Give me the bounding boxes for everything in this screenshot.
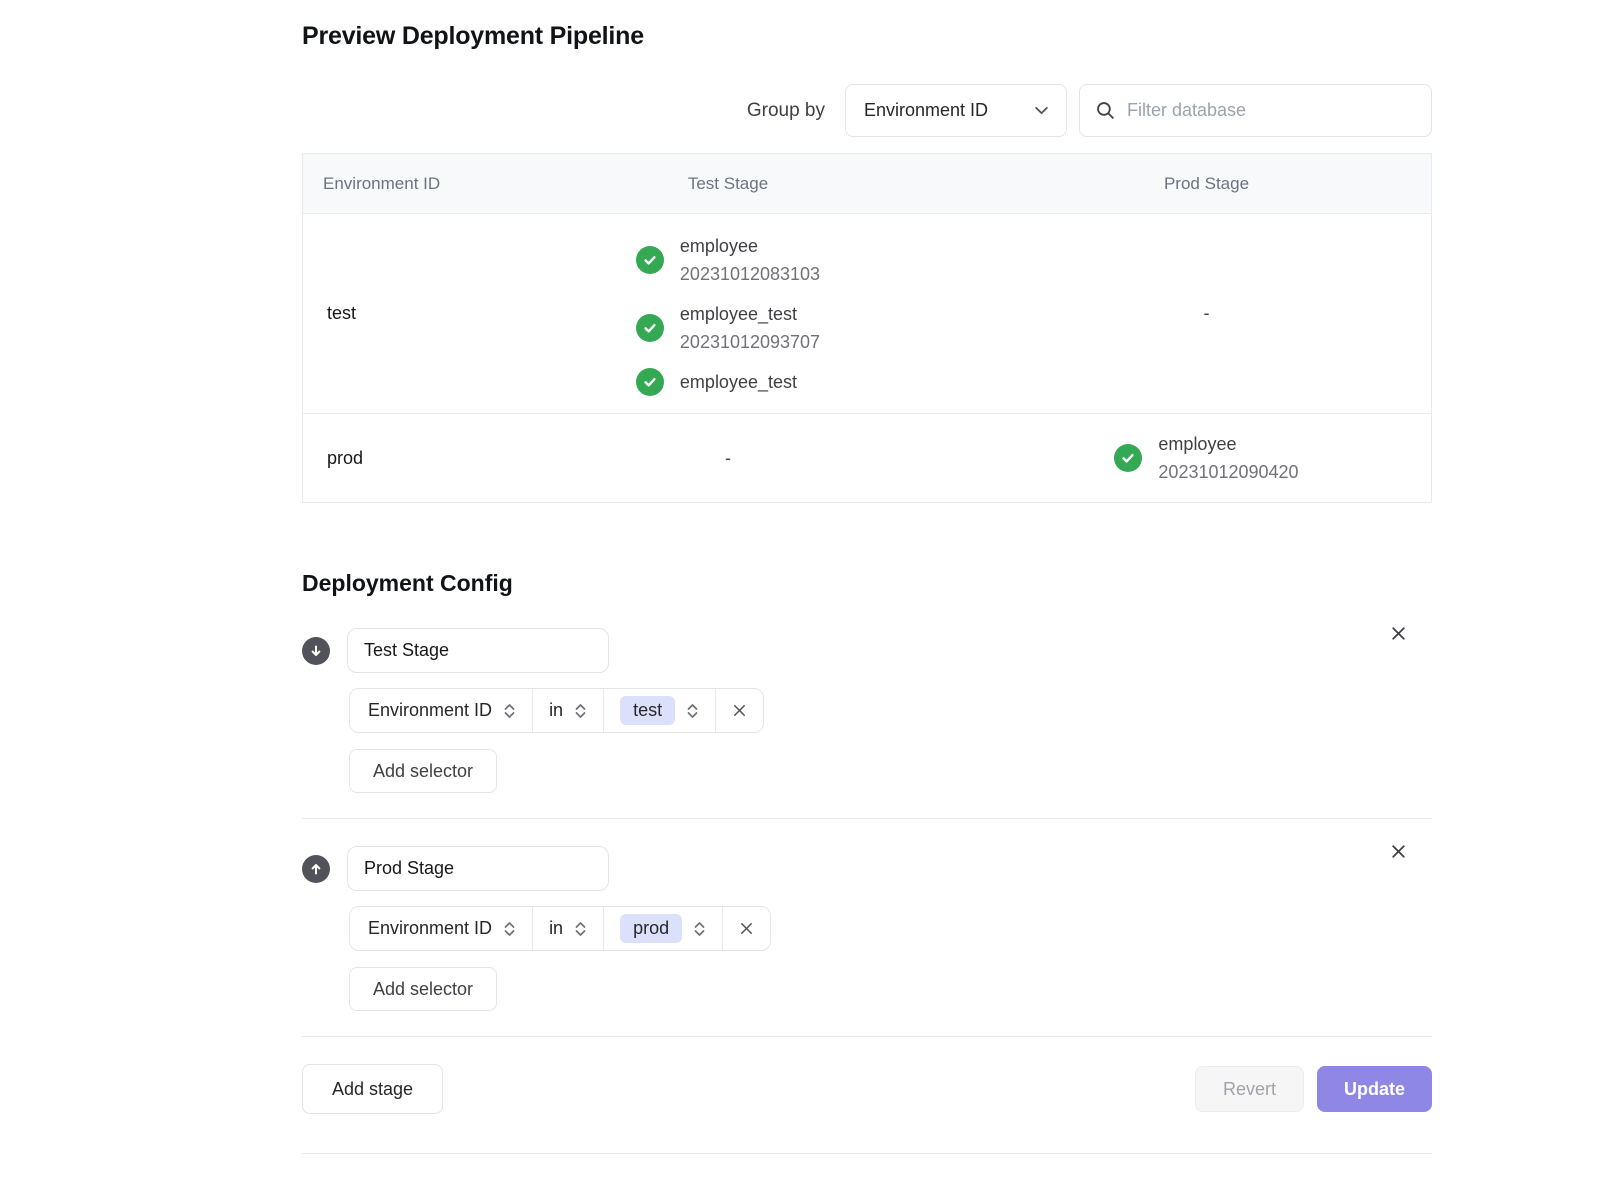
up-down-caret-icon (574, 920, 587, 938)
pipeline-table: Environment ID Test Stage Prod Stage tes… (302, 153, 1432, 503)
add-selector-button[interactable]: Add selector (349, 749, 497, 793)
remove-stage-button[interactable] (1385, 838, 1412, 865)
selector-operator-select[interactable]: in (532, 689, 603, 732)
environment-label: prod (303, 413, 474, 502)
deployment-config-title: Deployment Config (302, 570, 1432, 597)
up-down-caret-icon (693, 920, 706, 938)
group-by-label: Group by (747, 100, 825, 122)
filter-database-input[interactable] (1127, 100, 1416, 121)
selector-key-select[interactable]: Environment ID (350, 689, 532, 732)
database-item: employee 20231012083103 (636, 232, 820, 288)
revert-button[interactable]: Revert (1195, 1066, 1304, 1112)
selector-row: Environment ID in prod (349, 906, 771, 951)
filter-database-box[interactable] (1079, 84, 1432, 137)
database-item: employee_test (636, 368, 797, 396)
table-row-prod: prod - employee 20231012090420 (303, 413, 1431, 502)
footer-actions: Add stage Revert Update (302, 1064, 1432, 1114)
database-version: 20231012093707 (680, 328, 820, 356)
table-header-row: Environment ID Test Stage Prod Stage (303, 154, 1431, 213)
stage-config-prod: Environment ID in prod Add sel (302, 846, 1432, 1011)
selector-operator-select[interactable]: in (532, 907, 603, 950)
selector-row: Environment ID in test (349, 688, 764, 733)
column-header-prod-stage: Prod Stage (982, 154, 1431, 213)
prod-stage-cell: employee 20231012090420 (982, 413, 1431, 502)
test-stage-cell: - (474, 413, 982, 502)
environment-label: test (303, 213, 474, 413)
remove-stage-button[interactable] (1385, 620, 1412, 647)
database-item: employee 20231012090420 (1114, 430, 1298, 486)
database-name: employee (1158, 430, 1298, 458)
database-version: 20231012090420 (1158, 458, 1298, 486)
remove-selector-button[interactable] (722, 907, 770, 950)
selector-key-select[interactable]: Environment ID (350, 907, 532, 950)
column-header-test-stage: Test Stage (474, 154, 982, 213)
stage-name-input[interactable] (347, 846, 609, 891)
value-tag: test (620, 696, 675, 725)
column-header-environment: Environment ID (303, 154, 474, 213)
test-stage-cell: employee 20231012083103 employee_test 20… (474, 213, 982, 413)
arrow-down-icon (302, 637, 330, 665)
section-divider (302, 1036, 1432, 1037)
group-by-value: Environment ID (864, 100, 988, 121)
empty-stage-dash: - (725, 448, 731, 468)
success-check-icon (1114, 444, 1142, 472)
bottom-divider (302, 1153, 1432, 1154)
database-name: employee_test (680, 300, 820, 328)
database-version: 20231012083103 (680, 260, 820, 288)
group-by-select[interactable]: Environment ID (845, 84, 1067, 137)
add-stage-button[interactable]: Add stage (302, 1064, 443, 1114)
prod-stage-cell: - (982, 213, 1431, 413)
up-down-caret-icon (503, 920, 516, 938)
page-title: Preview Deployment Pipeline (302, 22, 1432, 51)
add-selector-button[interactable]: Add selector (349, 967, 497, 1011)
pipeline-toolbar: Group by Environment ID (302, 84, 1432, 137)
success-check-icon (636, 314, 664, 342)
database-item: employee_test 20231012093707 (636, 300, 820, 356)
stage-name-input[interactable] (347, 628, 609, 673)
section-divider (302, 818, 1432, 819)
chevron-down-icon (1033, 102, 1050, 119)
empty-stage-dash: - (1204, 303, 1210, 323)
update-button[interactable]: Update (1317, 1066, 1432, 1112)
value-tag: prod (620, 914, 682, 943)
table-row-test: test employee 20231012083103 (303, 213, 1431, 413)
stage-config-test: Environment ID in test Add sel (302, 628, 1432, 793)
remove-selector-button[interactable] (715, 689, 763, 732)
database-name: employee (680, 232, 820, 260)
main-content: Preview Deployment Pipeline Group by Env… (302, 0, 1432, 1154)
database-name: employee_test (680, 368, 797, 396)
selector-value-select[interactable]: test (603, 689, 715, 732)
up-down-caret-icon (686, 702, 699, 720)
success-check-icon (636, 246, 664, 274)
arrow-up-icon (302, 855, 330, 883)
success-check-icon (636, 368, 664, 396)
selector-value-select[interactable]: prod (603, 907, 722, 950)
search-icon (1095, 100, 1116, 121)
up-down-caret-icon (503, 702, 516, 720)
up-down-caret-icon (574, 702, 587, 720)
